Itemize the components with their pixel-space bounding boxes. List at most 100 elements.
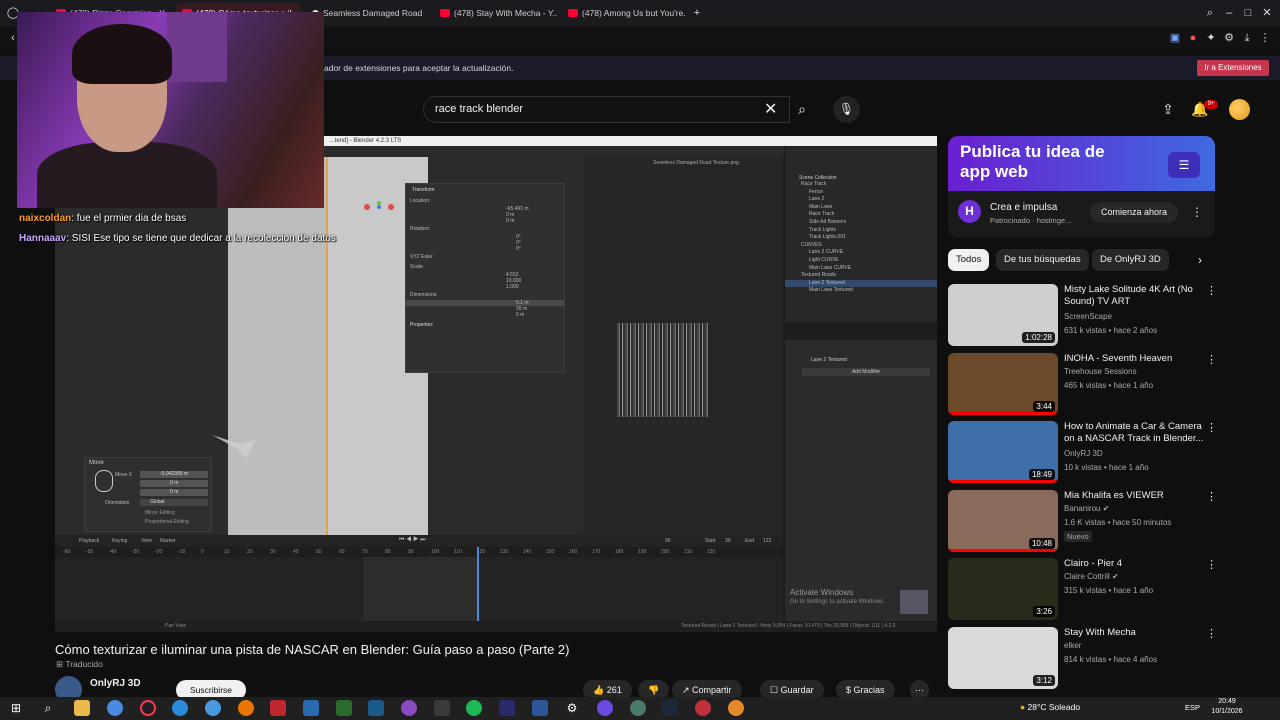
move-y-field[interactable]: 0 m	[140, 480, 208, 487]
clock-date[interactable]: 10/1/2026	[1205, 708, 1249, 715]
channel-name[interactable]: OnlyRJ 3D	[1064, 449, 1103, 458]
blender-icon[interactable]	[728, 700, 744, 716]
windows-start-icon[interactable]: ⊞	[8, 700, 24, 716]
more-vert-icon[interactable]: ⋮	[1206, 490, 1217, 504]
video-thumbnail[interactable]: 3:12	[948, 626, 1058, 689]
video-title[interactable]: INOHA - Seventh Heaven	[1064, 353, 1204, 365]
channel-name[interactable]: OnlyRJ 3D	[90, 678, 141, 689]
rotation-mode[interactable]: XYZ Euler	[406, 252, 564, 262]
video-thumbnail[interactable]: 10:48	[948, 489, 1058, 552]
outliner-item[interactable]: Main Lane Textured	[785, 287, 937, 295]
chip-from-channel[interactable]: De OnlyRJ 3D	[1092, 249, 1169, 271]
word-icon[interactable]	[532, 700, 548, 716]
more-vert-icon[interactable]: ⋮	[1206, 627, 1217, 641]
discord-icon[interactable]	[597, 700, 613, 716]
proportional-editing-checkbox[interactable]: Proportional Editing	[145, 519, 189, 525]
timeline-playback-menu[interactable]: Playback	[79, 538, 99, 544]
orientation-select[interactable]: Global	[140, 499, 208, 506]
outliner-item[interactable]: Lane 2 Textured	[785, 279, 937, 288]
recommendation-item[interactable]: 3:44 INOHA - Seventh Heaven Treehouse Sess…	[948, 352, 1217, 417]
file-explorer-icon[interactable]	[74, 700, 90, 716]
browser-tab[interactable]: Seamless Damaged Road	[306, 3, 430, 23]
video-thumbnail[interactable]: 3:44	[948, 352, 1058, 415]
ad-title[interactable]: Crea e impulsa	[990, 202, 1057, 213]
mic-icon[interactable]: 🎙	[833, 96, 860, 123]
app-icon[interactable]	[205, 700, 221, 716]
blender-icon[interactable]	[238, 700, 254, 716]
start-frame[interactable]: 30	[725, 538, 731, 544]
ad-banner[interactable]: Publica tu idea de app web ☰	[948, 136, 1215, 191]
app-icon[interactable]	[270, 700, 286, 716]
more-vert-icon[interactable]: ⋮	[1190, 202, 1204, 222]
extensions-icon[interactable]: ✦	[1204, 31, 1218, 45]
extension-icon[interactable]: ▣	[1168, 31, 1182, 45]
app-icon[interactable]	[401, 700, 417, 716]
mirror-editing-checkbox[interactable]: Mirror Editing	[145, 510, 175, 516]
outliner-item[interactable]: Track Lights	[785, 227, 937, 235]
browser-tab[interactable]: (478) Among Us but You're...	[562, 3, 686, 23]
outliner-item[interactable]: CURVES	[785, 242, 937, 250]
video-title[interactable]: Misty Lake Solitude 4K Art (No Sound) TV…	[1064, 284, 1204, 308]
video-title[interactable]: How to Animate a Car & Camera on a NASCA…	[1064, 421, 1204, 445]
add-modifier-button[interactable]: Add Modifier	[802, 368, 930, 376]
end-frame[interactable]: 122	[763, 538, 771, 544]
language-indicator[interactable]: ESP	[1185, 703, 1200, 712]
close-window-icon[interactable]: ✕	[1260, 6, 1274, 20]
properties-section[interactable]: Properties	[406, 318, 564, 332]
recommendation-item[interactable]: 1:02:28 Misty Lake Solitude 4K Art (No So…	[948, 284, 1217, 348]
app-icon[interactable]	[303, 700, 319, 716]
video-title[interactable]: Mia Khalifa es VIEWER	[1064, 490, 1204, 502]
channel-name[interactable]: Claire Cottrill ✔	[1064, 572, 1119, 581]
recommendation-item[interactable]: 3:26 Clairo - Pier 4 Claire Cottrill ✔ 315 …	[948, 558, 1217, 622]
more-vert-icon[interactable]: ⋮	[1206, 353, 1217, 367]
channel-name[interactable]: Treehouse Sessions	[1064, 367, 1137, 376]
avatar[interactable]	[1229, 99, 1250, 120]
search-icon[interactable]: ⌕	[786, 96, 818, 123]
settings-icon[interactable]: ⚙	[564, 700, 580, 716]
outliner-item[interactable]: Lane 2 CURVE	[785, 249, 937, 257]
current-frame[interactable]: 99	[665, 538, 671, 544]
spotify-icon[interactable]	[466, 700, 482, 716]
outliner-item[interactable]: Main Lane	[785, 204, 937, 212]
download-icon[interactable]: ⤓	[1240, 31, 1254, 45]
minimize-icon[interactable]: –	[1222, 6, 1236, 20]
recommendation-item[interactable]: 18:49 How to Animate a Car & Camera on a …	[948, 421, 1217, 485]
video-thumbnail[interactable]: 1:02:28	[948, 284, 1058, 346]
go-to-extensions-button[interactable]: Ir a Extensiones	[1197, 60, 1269, 76]
outliner-item[interactable]: Light CURVE	[785, 257, 937, 265]
outliner-item[interactable]: Fence	[785, 189, 937, 197]
outliner-item[interactable]: Main Lane CURVE	[785, 265, 937, 273]
video-thumbnail[interactable]: 18:49	[948, 421, 1058, 483]
plus-icon[interactable]: +	[690, 6, 704, 20]
video-title[interactable]: Clairo - Pier 4	[1064, 558, 1204, 570]
close-icon[interactable]: ✕	[764, 99, 777, 119]
app-icon[interactable]	[695, 700, 711, 716]
extension-icon[interactable]: ●	[1186, 31, 1200, 45]
recommendation-item[interactable]: 3:12 Stay With Mecha elker 814 k vistas • h…	[948, 626, 1217, 691]
search-icon[interactable]: ⌕	[40, 700, 56, 716]
move-x-field[interactable]: -0.042389 m	[140, 471, 208, 478]
timeline-marker-menu[interactable]: Marker	[160, 538, 176, 544]
outliner-item[interactable]: Textured Roads	[785, 272, 937, 280]
edge-icon[interactable]	[172, 700, 188, 716]
vscode-icon[interactable]	[368, 700, 384, 716]
timeline-playhead[interactable]	[477, 547, 479, 621]
clock-time[interactable]: 20:49	[1212, 698, 1242, 705]
recommendation-item[interactable]: 10:48 Mia Khalifa es VIEWER Bananirou ✔ 1.6…	[948, 489, 1217, 554]
channel-name[interactable]: Bananirou ✔	[1064, 504, 1109, 513]
translated-label[interactable]: ⊞ Traducido	[56, 659, 103, 670]
more-vert-icon[interactable]: ⋮	[1206, 558, 1217, 572]
search-input[interactable]: race track blender ✕	[423, 96, 790, 123]
chip-from-searches[interactable]: De tus búsquedas	[996, 249, 1089, 271]
outliner-item[interactable]: Race Track	[785, 211, 937, 219]
chrome-icon[interactable]	[107, 700, 123, 716]
ad-cta-button[interactable]: Comienza ahora	[1090, 202, 1178, 223]
chevron-right-icon[interactable]: ›	[1192, 252, 1208, 268]
move-z-field[interactable]: 0 m	[140, 489, 208, 496]
timeline-keying-menu[interactable]: Keying	[112, 538, 127, 544]
maximize-icon[interactable]: □	[1241, 6, 1255, 20]
settings-icon[interactable]: ⚙	[1222, 31, 1236, 45]
outliner-item[interactable]: Race Track	[785, 181, 937, 189]
browser-tab[interactable]: (478) Stay With Mecha - Y...	[434, 3, 558, 23]
more-vert-icon[interactable]: ⋮	[1206, 421, 1217, 435]
